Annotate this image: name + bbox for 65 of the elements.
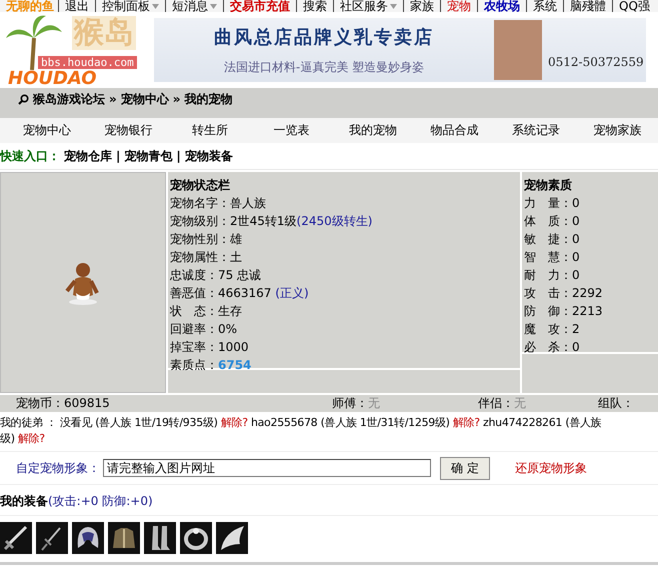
- panel-title: 宠物状态栏: [170, 177, 231, 194]
- stat-line: 掉宝率：1000: [170, 339, 250, 356]
- ring-icon[interactable]: [180, 522, 212, 554]
- tab[interactable]: 物品合成: [414, 119, 495, 142]
- breadcrumb-link[interactable]: 猴岛游戏论坛: [33, 90, 105, 108]
- attribute-line: 魔 攻：2: [524, 321, 581, 338]
- boots-icon[interactable]: [144, 522, 176, 554]
- banner-headline: 曲风总店品牌义乳专卖店: [214, 26, 434, 48]
- stat-line: 状 态：生存: [170, 303, 243, 320]
- helmet-icon[interactable]: [72, 522, 104, 554]
- advertisement-banner[interactable]: 曲风总店品牌义乳专卖店 法国进口材料-逼真完美 塑造曼妙身姿 0512-50372559: [154, 18, 646, 82]
- tab[interactable]: 宠物中心: [6, 119, 88, 142]
- tab[interactable]: 转生所: [169, 119, 250, 142]
- tab[interactable]: 宠物银行: [88, 119, 169, 142]
- confirm-button[interactable]: 确 定: [440, 456, 490, 480]
- stat-line: 回避率：0%: [170, 321, 238, 338]
- field-label: 自定宠物形象：: [16, 460, 100, 476]
- attribute-line: 敏 捷：0: [524, 231, 581, 248]
- stat-line: 善恶值：4663167 (正义): [170, 285, 310, 302]
- stat-line: 宠物名字：兽人族: [170, 195, 267, 212]
- tab[interactable]: 我的宠物: [332, 119, 414, 142]
- reset-link[interactable]: 还原宠物形象: [514, 460, 587, 476]
- breadcrumb-link[interactable]: 我的宠物: [184, 90, 233, 108]
- info-field: 伴侣：无: [478, 395, 598, 412]
- banner-tagline: 法国进口材料-逼真完美 塑造曼妙身姿: [224, 58, 424, 76]
- quick-entry-link[interactable]: 宠物青包: [124, 148, 172, 164]
- link-separator: |: [176, 149, 181, 163]
- attribute-line: 防 御：2213: [524, 303, 604, 320]
- info-field: 组队：: [598, 395, 646, 412]
- search-icon: [18, 94, 29, 104]
- stat-line: 宠物级别：2世45转1级(2450级转生): [170, 213, 374, 230]
- dagger-icon[interactable]: [36, 522, 68, 554]
- quick-entry-link[interactable]: 宠物装备: [184, 148, 233, 164]
- disciples-text: 我的徒弟 ： 没看见 (兽人族 1世/19转/935级) 解除? hao2555678 (兽人族 1世/31转/1259级) 解除? zhu474228261 (兽人族 级) 解除?: [0, 412, 658, 452]
- equipment-stats: (攻击:+0 防御:+0): [48, 494, 153, 508]
- breadcrumb-link[interactable]: 宠物中心: [120, 90, 169, 108]
- attribute-line: 攻 击：2292: [524, 285, 604, 302]
- info-field: 宠物币：609815: [0, 395, 332, 412]
- attribute-line: 体 质：0: [524, 213, 581, 230]
- remove-link[interactable]: 解除?: [452, 416, 480, 429]
- wing-icon[interactable]: [216, 522, 248, 554]
- info-field: 师傅：无: [332, 395, 478, 412]
- breadcrumb-separator: »: [109, 92, 117, 106]
- breadcrumb-separator: »: [172, 92, 181, 106]
- link-separator: |: [116, 149, 120, 163]
- remove-link[interactable]: 解除?: [220, 416, 248, 429]
- tab[interactable]: 宠物家族: [576, 119, 658, 142]
- panel-title: 宠物素质: [524, 177, 573, 194]
- armor-icon[interactable]: [108, 522, 140, 554]
- section-title: 我的装备: [0, 494, 48, 508]
- attribute-line: 智 慧：0: [524, 249, 581, 266]
- stat-line: 忠诚度：75 忠诚: [170, 267, 262, 284]
- quick-entry-link[interactable]: 宠物仓库: [64, 148, 112, 164]
- stat-line: 宠物属性：土: [170, 249, 243, 266]
- remove-link[interactable]: 解除?: [18, 432, 45, 445]
- photo-placeholder: [494, 20, 542, 80]
- attribute-line: 必 杀：0: [524, 339, 581, 356]
- attribute-line: 力 量：0: [524, 195, 581, 212]
- sword-icon[interactable]: [0, 522, 32, 554]
- tab[interactable]: 系统记录: [495, 119, 576, 142]
- tab[interactable]: 一览表: [250, 119, 332, 142]
- phone-number: 0512-50372559: [548, 55, 644, 69]
- stat-line: 宠物性别：雄: [170, 231, 243, 248]
- image-url-field[interactable]: 请完整输入图片网址: [103, 459, 431, 477]
- attribute-line: 耐 力：0: [524, 267, 581, 284]
